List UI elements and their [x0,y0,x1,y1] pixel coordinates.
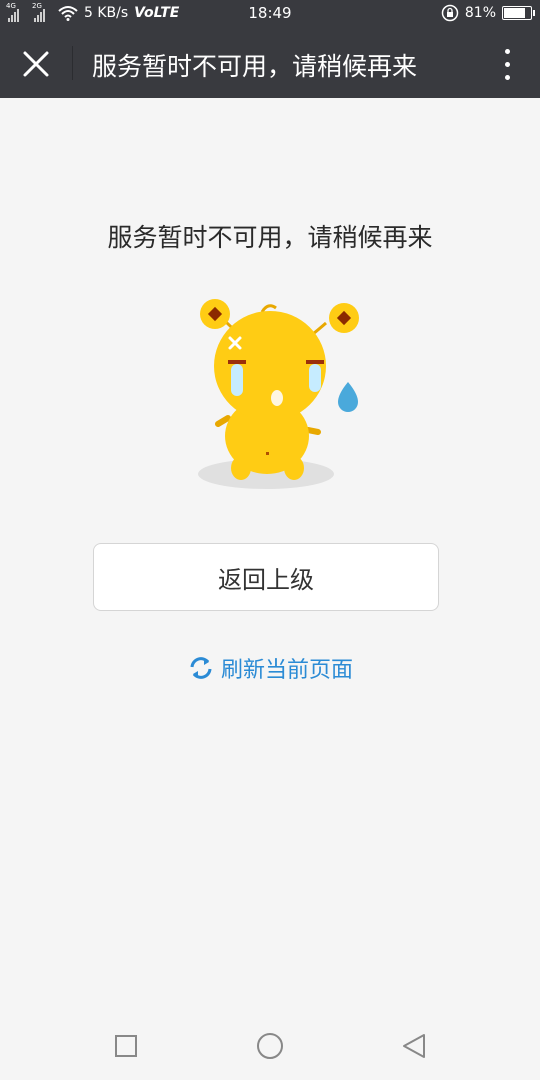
close-button[interactable] [14,42,58,86]
sad-mascot-icon [198,299,359,489]
battery-fill [504,8,525,18]
close-icon [23,51,49,77]
title-bar: 服务暂时不可用，请稍候再来 [0,28,540,98]
error-message: 服务暂时不可用，请稍候再来 [107,223,433,252]
recents-button[interactable] [108,1028,144,1064]
more-menu-button[interactable] [500,46,514,82]
title-divider [72,46,73,80]
page-title: 服务暂时不可用，请稍候再来 [92,52,418,81]
battery-percent: 81% [464,5,496,21]
refresh-icon [190,657,212,679]
back-nav-button[interactable] [396,1028,432,1064]
status-right: 81% [441,4,535,22]
home-button[interactable] [252,1028,288,1064]
circle-home-icon [257,1033,283,1059]
refresh-link[interactable]: 刷新当前页面 [0,652,540,684]
back-button[interactable]: 返回上级 [93,543,439,611]
status-bar: 4G 2G 5 KB/s VoLTE 18:49 81% [0,0,540,28]
square-recents-icon [115,1035,137,1057]
navigation-bar [0,1010,540,1080]
rotation-lock-icon [441,4,459,22]
triangle-back-icon [403,1034,425,1058]
battery-icon [502,6,535,20]
screen: 4G 2G 5 KB/s VoLTE 18:49 81% 服务暂时不可用，请稍候… [0,0,540,1080]
more-vert-icon [500,49,514,80]
refresh-label: 刷新当前页面 [220,658,353,683]
